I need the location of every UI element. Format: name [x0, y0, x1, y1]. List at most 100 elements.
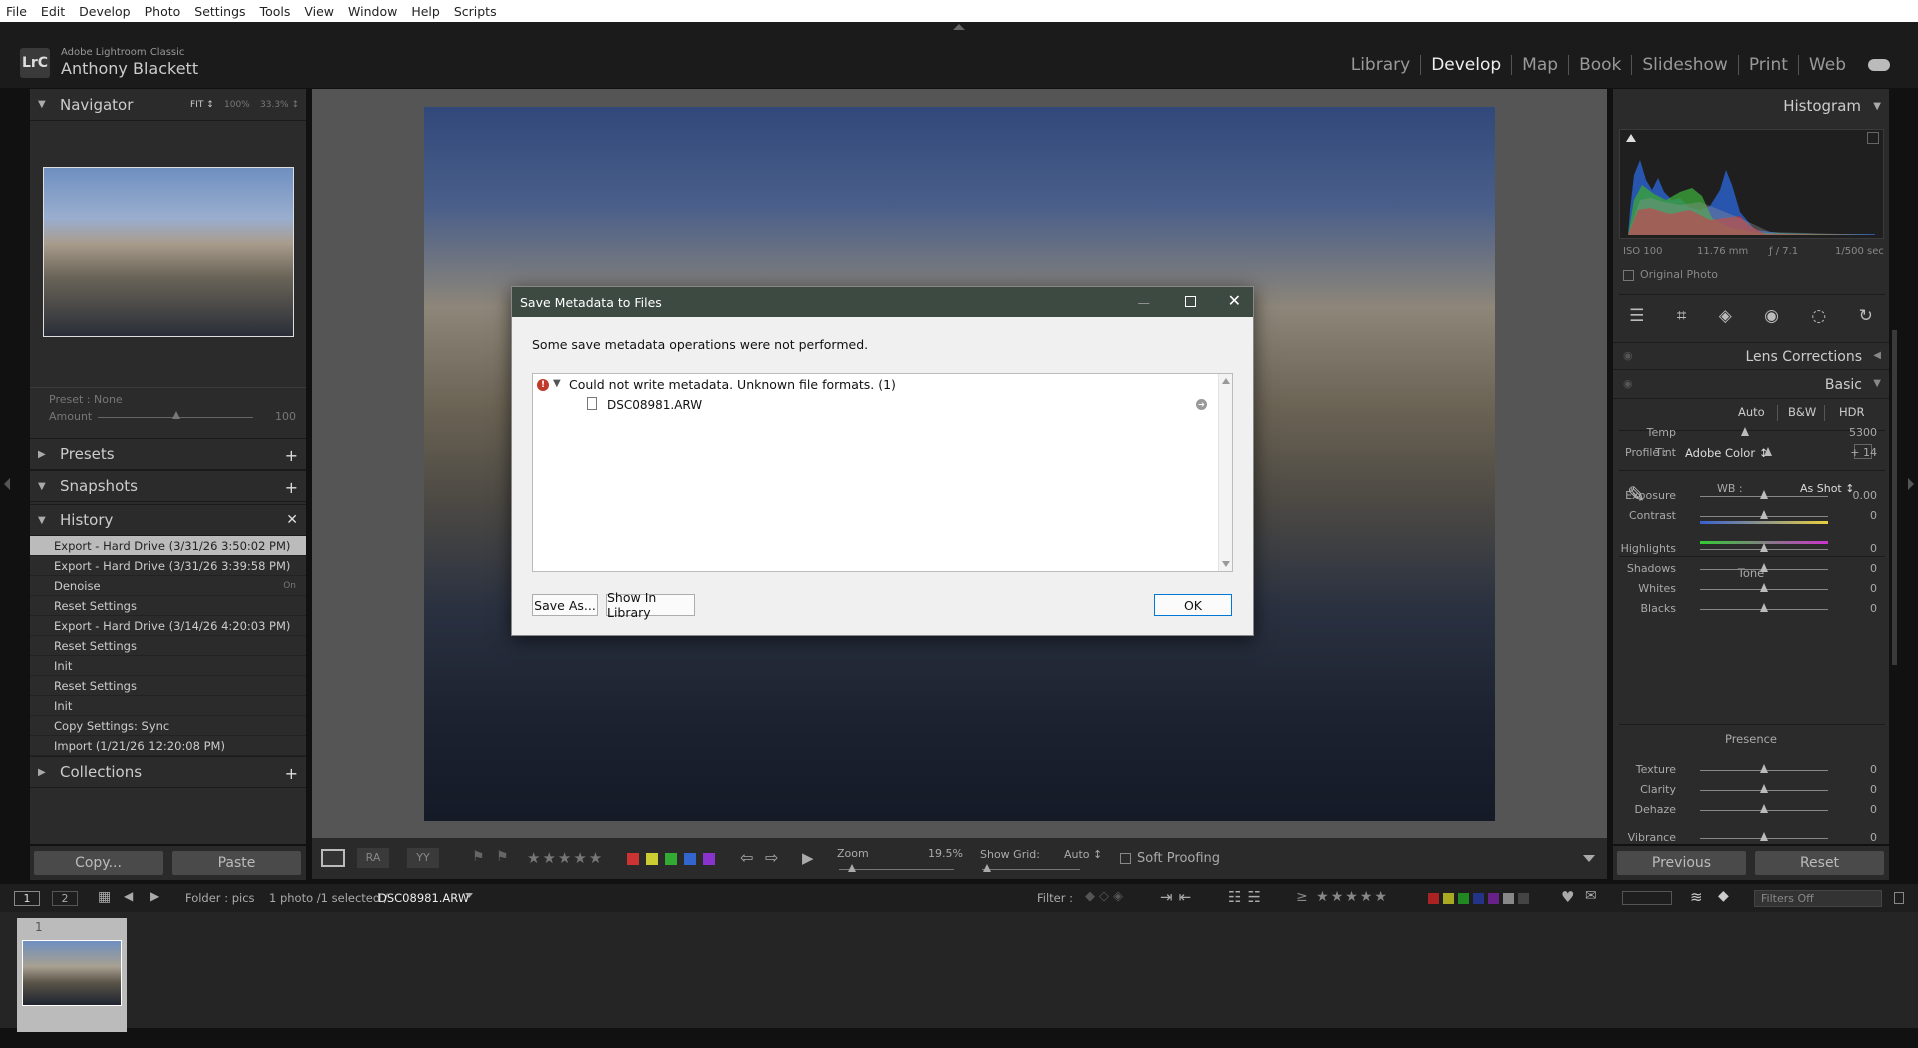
module-library[interactable]: Library — [1341, 55, 1422, 75]
ok-button[interactable]: OK — [1154, 594, 1232, 616]
flag-pick-icon[interactable]: ⚑ — [472, 849, 485, 865]
visibility-eye-icon[interactable]: ◉ — [1623, 349, 1633, 362]
slider-knob[interactable] — [1763, 447, 1772, 456]
module-map[interactable]: Map — [1512, 55, 1570, 75]
menu-photo[interactable]: Photo — [145, 4, 181, 19]
right-panel-toggle-icon[interactable] — [1908, 478, 1914, 490]
slider-value[interactable]: 0.00 — [1853, 489, 1878, 502]
close-icon[interactable]: ✕ — [1228, 291, 1241, 310]
right-panel-scrollbar[interactable] — [1892, 330, 1897, 665]
menu-tools[interactable]: Tools — [260, 4, 291, 19]
left-panel-toggle-icon[interactable] — [4, 478, 10, 490]
menu-scripts[interactable]: Scripts — [454, 4, 497, 19]
lens-corrections-header[interactable]: ◉ Lens Corrections ◀ — [1613, 342, 1889, 370]
slider-value[interactable]: 0 — [1870, 602, 1877, 615]
history-item[interactable]: Export - Hard Drive (3/31/26 3:50:02 PM) — [30, 536, 306, 556]
filmstrip-thumbnail[interactable] — [22, 940, 122, 1006]
play-slideshow-icon[interactable]: ▶ — [802, 849, 814, 867]
scroll-down-icon[interactable] — [1222, 561, 1230, 567]
highlight-clipping-icon[interactable] — [1867, 132, 1879, 144]
color-filter-yellow[interactable] — [1443, 893, 1454, 904]
add-preset-icon[interactable]: + — [285, 446, 298, 465]
edit-filter-icons[interactable]: ⇥⇤ — [1160, 888, 1197, 906]
heart-icon[interactable]: ♥ — [1561, 888, 1574, 906]
kind-filter-icons[interactable] — [1622, 891, 1672, 905]
slider-knob[interactable] — [1760, 490, 1768, 499]
slider-knob[interactable] — [1760, 563, 1768, 572]
history-item[interactable]: Copy Settings: Sync — [30, 716, 306, 736]
slider-knob[interactable] — [1760, 543, 1768, 552]
history-header[interactable]: ▼ History ✕ — [30, 504, 306, 536]
module-develop[interactable]: Develop — [1421, 55, 1513, 75]
stack-icon[interactable]: ≋ — [1690, 888, 1703, 906]
collapse-triangle-icon[interactable]: ▼ — [1873, 378, 1881, 389]
collapse-triangle-icon[interactable]: ▼ — [38, 99, 48, 110]
color-label-yellow[interactable] — [646, 853, 658, 865]
history-item[interactable]: Init — [30, 656, 306, 676]
reset-button[interactable]: Reset — [1755, 851, 1884, 875]
slider-value[interactable]: 0 — [1870, 542, 1877, 555]
treatment-auto[interactable]: Auto — [1738, 405, 1765, 419]
color-filter-green[interactable] — [1458, 893, 1469, 904]
menu-settings[interactable]: Settings — [194, 4, 245, 19]
slider-knob[interactable] — [1760, 583, 1768, 592]
selected-file-name[interactable]: DSC08981.ARW — [378, 891, 469, 905]
basic-header[interactable]: ◉ Basic ▼ — [1613, 371, 1889, 399]
color-filter-custom[interactable] — [1503, 893, 1514, 904]
forward-icon[interactable]: ▶ — [150, 889, 159, 903]
history-item[interactable]: Import (1/21/26 12:20:08 PM) — [30, 736, 306, 756]
history-item[interactable]: Export - Hard Drive (3/14/26 4:20:03 PM) — [30, 616, 306, 636]
collections-header[interactable]: ▶ Collections + — [30, 756, 306, 788]
expand-triangle-icon[interactable]: ◀ — [1873, 350, 1881, 361]
show-grid-select[interactable]: Auto ↕ — [1064, 848, 1102, 861]
scroll-up-icon[interactable] — [1222, 378, 1230, 384]
minimize-icon[interactable]: — — [1138, 295, 1151, 310]
slider-value[interactable]: 0 — [1870, 783, 1877, 796]
grid-opacity-slider[interactable] — [983, 864, 991, 872]
visibility-eye-icon[interactable]: ◉ — [1623, 377, 1633, 390]
slider-value[interactable]: 0 — [1870, 562, 1877, 575]
maximize-icon[interactable] — [1185, 296, 1196, 307]
color-label-green[interactable] — [665, 853, 677, 865]
color-label-purple[interactable] — [703, 853, 715, 865]
history-item[interactable]: Reset Settings — [30, 596, 306, 616]
paste-button[interactable]: Paste — [172, 851, 301, 875]
color-label-red[interactable] — [627, 853, 639, 865]
zoom-custom[interactable]: 33.3% ↕ — [260, 100, 299, 110]
navigator-header[interactable]: ▼ Navigator FIT ↕ 100% 33.3% ↕ — [30, 89, 306, 121]
color-label-blue[interactable] — [684, 853, 696, 865]
slider-value[interactable]: + 14 — [1850, 446, 1877, 459]
original-photo-checkbox[interactable] — [1623, 270, 1634, 281]
save-as-button[interactable]: Save As... — [532, 594, 598, 616]
toolbar-menu-icon[interactable] — [1583, 855, 1595, 862]
slider-knob[interactable] — [1760, 804, 1768, 813]
amount-slider[interactable] — [172, 411, 180, 419]
next-photo-icon[interactable]: ⇨ — [765, 848, 778, 867]
slider-value[interactable]: 0 — [1870, 763, 1877, 776]
menu-help[interactable]: Help — [411, 4, 440, 19]
menu-develop[interactable]: Develop — [79, 4, 130, 19]
slider-knob[interactable] — [1760, 764, 1768, 773]
slider-value[interactable]: 5300 — [1849, 426, 1877, 439]
snapshots-header[interactable]: ▼ Snapshots + — [30, 470, 306, 502]
color-filter-purple[interactable] — [1488, 893, 1499, 904]
expand-triangle-icon[interactable]: ▶ — [38, 449, 48, 460]
edit-sliders-icon[interactable]: ☰ — [1629, 306, 1644, 326]
history-item[interactable]: Reset Settings — [30, 636, 306, 656]
previous-photo-icon[interactable]: ⇦ — [740, 848, 753, 867]
slider-value[interactable]: 0 — [1870, 831, 1877, 844]
history-item[interactable]: Init — [30, 696, 306, 716]
window-1-button[interactable]: 1 — [14, 891, 40, 906]
crop-icon[interactable]: ⌗ — [1677, 306, 1687, 326]
list-scrollbar[interactable] — [1218, 374, 1232, 571]
show-in-library-button[interactable]: Show In Library — [606, 590, 695, 620]
star-rating[interactable]: ★★★★★ — [527, 849, 604, 867]
histogram[interactable] — [1619, 129, 1884, 239]
soft-proofing-checkbox[interactable] — [1120, 853, 1131, 864]
folder-source[interactable]: Folder : pics — [185, 891, 255, 905]
loupe-view-icon[interactable] — [321, 849, 345, 867]
module-web[interactable]: Web — [1799, 55, 1856, 75]
expand-triangle-icon[interactable]: ▼ — [553, 378, 561, 389]
menu-file[interactable]: File — [6, 4, 27, 19]
layers-icon[interactable]: ◆ — [1718, 888, 1729, 904]
